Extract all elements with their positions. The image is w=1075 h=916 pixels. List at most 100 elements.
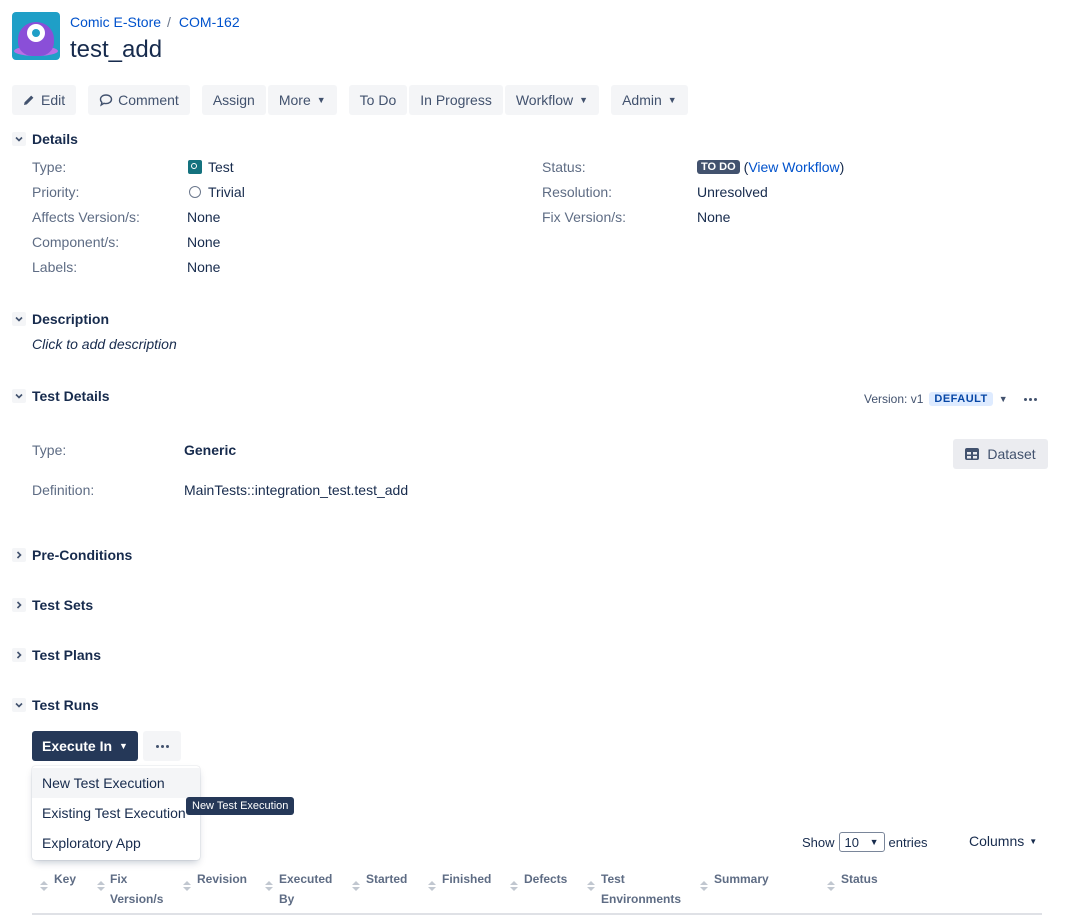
description-placeholder[interactable]: Click to add description [32,336,177,352]
test-runs-more-button[interactable] [143,731,181,761]
chevron-down-icon [12,312,26,326]
priority-value: Trivial [189,184,245,200]
entries-select-value: 10 [844,834,859,850]
pencil-icon [24,95,34,105]
comment-button[interactable]: Comment [88,85,190,115]
edit-button[interactable]: Edit [12,85,77,115]
chevron-down-icon: ▼ [316,95,326,105]
dataset-button[interactable]: Dataset [953,439,1048,469]
col-test-environments[interactable]: Test Environments [601,869,681,909]
more-options-icon[interactable] [1024,398,1037,401]
col-fix-version-line1: Fix [110,872,128,886]
sort-icon[interactable] [40,881,48,891]
definition-label: Definition: [32,482,95,498]
more-button[interactable]: More ▼ [267,85,337,115]
description-heading: Description [32,311,110,327]
breadcrumb-issue-link[interactable]: COM-162 [179,14,240,30]
assign-button[interactable]: Assign [201,85,266,115]
version-selector[interactable]: Version: v1 DEFAULT ▼ [864,392,1008,406]
priority-label: Priority: [32,184,80,200]
entries-select[interactable]: 10 ▼ [838,832,885,852]
chevron-down-icon: ▼ [119,741,128,751]
to-do-button[interactable]: To Do [348,85,408,115]
col-revision[interactable]: Revision [197,869,247,889]
project-avatar[interactable] [12,12,60,60]
details-heading: Details [32,131,78,147]
col-finished[interactable]: Finished [442,869,491,889]
tooltip: New Test Execution [186,797,295,815]
breadcrumb-separator: / [167,14,171,30]
test-details-toggle[interactable]: Test Details [12,388,110,404]
entries-control: Show 10 ▼ entries [802,832,928,852]
preconditions-toggle[interactable]: Pre-Conditions [12,547,132,563]
issue-toolbar: Edit Comment Assign More ▼ To Do In Prog… [12,85,700,115]
component-label: Component/s: [32,234,120,250]
test-type-value: Generic [184,442,237,458]
col-fix-version-line2: Version/s [110,892,164,906]
col-key[interactable]: Key [54,869,76,889]
comment-icon [99,94,113,107]
menu-item-exploratory-app[interactable]: Exploratory App [32,828,200,858]
chevron-right-icon [12,548,26,562]
chevron-down-icon: ▼ [579,95,589,105]
caret-down-icon: ▼ [1029,836,1038,846]
sort-icon[interactable] [183,881,191,891]
sort-icon[interactable] [97,881,105,891]
chevron-down-icon: ▼ [998,394,1008,404]
show-label: Show [802,834,835,850]
execute-in-button[interactable]: Execute In ▼ [32,731,138,761]
dataset-button-label: Dataset [987,446,1036,462]
col-summary[interactable]: Summary [714,869,769,889]
fix-version-value: None [697,209,731,225]
default-badge: DEFAULT [929,392,993,406]
description-toggle[interactable]: Description [12,311,109,327]
workflow-button[interactable]: Workflow ▼ [504,85,600,115]
sort-icon[interactable] [428,881,436,891]
menu-item-new-test-execution[interactable]: New Test Execution [32,768,200,798]
workflow-button-label: Workflow [515,92,574,108]
col-fix-version[interactable]: Fix Version/s [110,869,163,909]
test-type-label: Type: [32,442,67,458]
col-started[interactable]: Started [366,869,407,889]
sort-icon[interactable] [700,881,708,891]
admin-button[interactable]: Admin ▼ [611,85,688,115]
priority-value-text: Trivial [208,184,245,200]
status-label: Status: [542,159,586,175]
col-executed-by[interactable]: Executed By [279,869,332,909]
chevron-down-icon: ▼ [667,95,677,105]
columns-button[interactable]: Columns ▼ [969,833,1037,849]
breadcrumb-block: Comic E-Store / COM-162 test_add [70,12,240,64]
table-icon [965,448,980,460]
test-runs-toggle[interactable]: Test Runs [12,697,99,713]
test-sets-toggle[interactable]: Test Sets [12,597,93,613]
breadcrumb: Comic E-Store / COM-162 [70,12,240,32]
sort-icon[interactable] [827,881,835,891]
sort-icon[interactable] [352,881,360,891]
entries-label: entries [888,834,928,850]
in-progress-button[interactable]: In Progress [409,85,503,115]
col-executed-by-line2: By [279,892,295,906]
sort-icon[interactable] [587,881,595,891]
more-options-icon [155,744,169,748]
menu-item-existing-test-execution[interactable]: Existing Test Execution [32,798,200,828]
type-value: Test [188,159,234,175]
chevron-right-icon [12,648,26,662]
col-test-environments-line2: Environments [601,892,682,906]
columns-label: Columns [969,833,1025,849]
test-plans-toggle[interactable]: Test Plans [12,647,101,663]
labels-label: Labels: [32,259,78,275]
chevron-right-icon [12,598,26,612]
status-value: TO DO ( View Workflow ) [697,159,844,175]
view-workflow-link[interactable]: View Workflow [748,159,839,175]
sort-icon[interactable] [265,881,273,891]
breadcrumb-project-link[interactable]: Comic E-Store [70,14,161,30]
version-label: Version: v1 [864,392,924,406]
details-toggle[interactable]: Details [12,131,78,147]
component-value: None [187,234,221,250]
table-header-divider [32,913,1042,915]
more-button-label: More [278,92,311,108]
page-title: test_add [70,36,163,63]
col-status[interactable]: Status [841,869,878,889]
sort-icon[interactable] [510,881,518,891]
col-defects[interactable]: Defects [524,869,567,889]
